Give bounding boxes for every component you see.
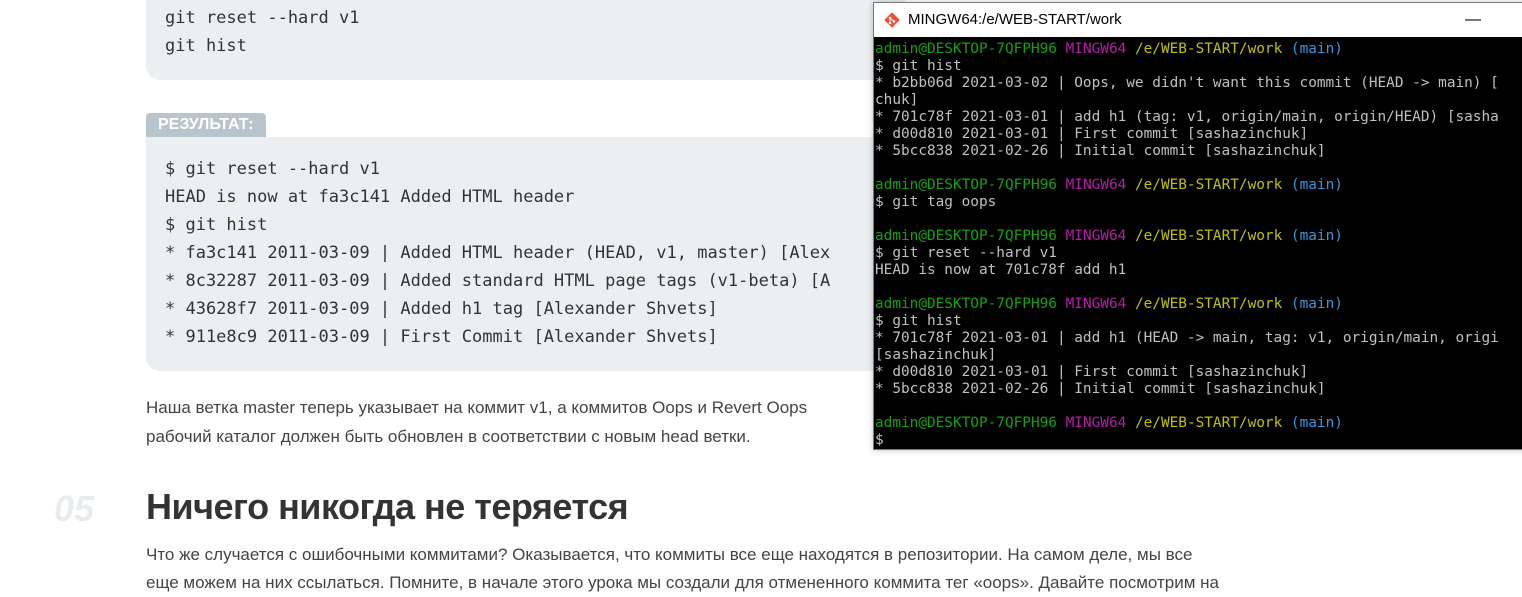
terminal-line: * 5bcc838 2021-02-26 | Initial commit [s… xyxy=(875,143,1326,159)
code-line: git hist xyxy=(165,36,247,56)
command-input-line[interactable]: $ xyxy=(875,432,1522,449)
git-icon xyxy=(884,12,900,28)
prompt-line: admin@DESKTOP-7QFPH96 MINGW64 /e/WEB-STA… xyxy=(875,41,1343,57)
code-block-commands: git reset --hard v1 git hist xyxy=(146,0,906,80)
prompt-line: admin@DESKTOP-7QFPH96 MINGW64 /e/WEB-STA… xyxy=(875,415,1343,431)
terminal-line: $ git hist xyxy=(875,58,962,74)
paragraph-line: рабочий каталог должен быть обновлен в с… xyxy=(146,427,751,446)
section-number: 05 xyxy=(54,488,95,529)
paragraph-line: еще можем на них ссылаться. Помните, в н… xyxy=(146,573,1219,592)
prompt-line: admin@DESKTOP-7QFPH96 MINGW64 /e/WEB-STA… xyxy=(875,296,1343,312)
terminal-output[interactable]: admin@DESKTOP-7QFPH96 MINGW64 /e/WEB-STA… xyxy=(874,37,1522,449)
terminal-line: [sashazinchuk] xyxy=(875,347,997,363)
paragraph-line: Что же случается с ошибочными коммитами?… xyxy=(146,545,1193,564)
code-line: * 911e8c9 2011-03-09 | First Commit [Ale… xyxy=(165,327,718,347)
code-line: HEAD is now at fa3c141 Added HTML header xyxy=(165,187,575,207)
terminal-titlebar[interactable]: MINGW64:/e/WEB-START/work — xyxy=(874,3,1522,37)
terminal-line: $ git reset --hard v1 xyxy=(875,245,1057,261)
code-line: * 43628f7 2011-03-09 | Added h1 tag [Ale… xyxy=(165,299,718,319)
terminal-line: * d00d810 2021-03-01 | First commit [sas… xyxy=(875,126,1309,142)
terminal-line: HEAD is now at 701c78f add h1 xyxy=(875,262,1127,278)
code-line: $ git hist xyxy=(165,215,268,235)
prompt-line: admin@DESKTOP-7QFPH96 MINGW64 /e/WEB-STA… xyxy=(875,177,1343,193)
code-line: * 8c32287 2011-03-09 | Added standard HT… xyxy=(165,271,831,291)
code-line: $ git reset --hard v1 xyxy=(165,159,380,179)
terminal-line: * b2bb06d 2021-03-02 | Oops, we didn't w… xyxy=(875,75,1499,91)
code-line: * fa3c141 2011-03-09 | Added HTML header… xyxy=(165,243,831,263)
terminal-line: * 5bcc838 2021-02-26 | Initial commit [s… xyxy=(875,381,1326,397)
explanation-paragraph: Наша ветка master теперь указывает на ко… xyxy=(146,393,886,451)
terminal-line: * d00d810 2021-03-01 | First commit [sas… xyxy=(875,364,1309,380)
minimize-button[interactable]: — xyxy=(1458,3,1488,37)
code-line: git reset --hard v1 xyxy=(165,8,360,28)
window-title: MINGW64:/e/WEB-START/work xyxy=(908,11,1122,28)
terminal-line: * 701c78f 2021-03-01 | add h1 (HEAD -> m… xyxy=(875,330,1499,346)
terminal-window[interactable]: MINGW64:/e/WEB-START/work — admin@DESKTO… xyxy=(873,2,1522,450)
section-title: Ничего никогда не теряется xyxy=(146,486,629,527)
terminal-line: chuk] xyxy=(875,92,919,108)
code-block-result: $ git reset --hard v1 HEAD is now at fa3… xyxy=(146,137,906,371)
terminal-line: $ git tag oops xyxy=(875,194,997,210)
terminal-line: * 701c78f 2021-03-01 | add h1 (tag: v1, … xyxy=(875,109,1499,125)
terminal-line: $ git hist xyxy=(875,313,962,329)
paragraph-line: Наша ветка master теперь указывает на ко… xyxy=(146,398,808,417)
result-label: РЕЗУЛЬТАТ: xyxy=(146,113,266,137)
prompt-line: admin@DESKTOP-7QFPH96 MINGW64 /e/WEB-STA… xyxy=(875,228,1343,244)
